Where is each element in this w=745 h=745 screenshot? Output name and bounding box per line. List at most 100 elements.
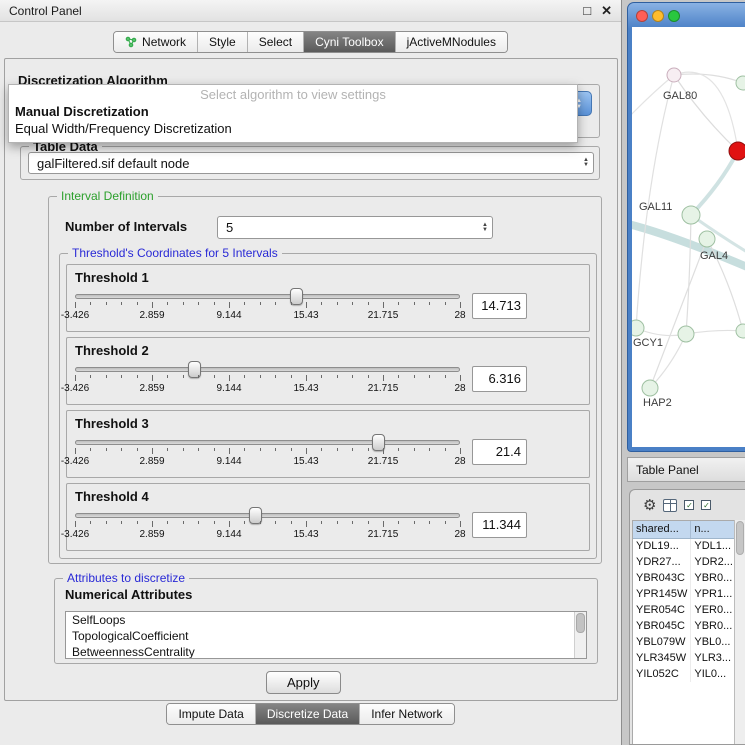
network-node[interactable]: [682, 206, 700, 224]
network-node[interactable]: [729, 142, 745, 160]
threshold-row: -3.4262.8599.14415.4321.71528 21.4: [75, 434, 581, 468]
slider-track[interactable]: [75, 513, 460, 518]
column-header[interactable]: n...: [691, 521, 735, 538]
tick-mark: [229, 375, 230, 381]
scale-label: -3.426: [61, 529, 89, 540]
threshold-value-input[interactable]: 11.344: [472, 512, 527, 538]
apply-button[interactable]: Apply: [266, 671, 341, 694]
tab-network[interactable]: Network: [114, 32, 197, 52]
table-row[interactable]: YDL19...YDL1...: [633, 538, 735, 554]
table-cell: YDL19...: [633, 538, 691, 554]
threshold-value-input[interactable]: 21.4: [472, 439, 527, 465]
bottom-tab-impute-data[interactable]: Impute Data: [167, 704, 254, 724]
threshold-slider[interactable]: -3.4262.8599.14415.4321.71528: [75, 288, 460, 322]
attributes-scrollbar[interactable]: [574, 612, 586, 658]
network-node[interactable]: [736, 76, 745, 90]
scale-label: 15.43: [293, 529, 318, 540]
tick-mark: [214, 375, 215, 378]
slider-scale: -3.4262.8599.14415.4321.71528: [75, 456, 460, 468]
thresholds-group: Threshold's Coordinates for 5 Intervals …: [59, 253, 597, 559]
table-cell: YLR345W: [633, 650, 691, 666]
tick-mark: [321, 375, 322, 378]
network-node[interactable]: [632, 320, 644, 336]
network-node[interactable]: [699, 231, 715, 247]
float-icon[interactable]: □: [583, 3, 591, 19]
scale-label: 21.715: [368, 456, 399, 467]
panel-title: Control Panel: [9, 4, 82, 18]
column-header[interactable]: shared...: [633, 521, 691, 538]
scrollbar-thumb[interactable]: [736, 521, 744, 555]
table-cell: YPR1...: [691, 586, 735, 602]
tick-mark: [414, 448, 415, 451]
table-row[interactable]: YBL079WYBL0...: [633, 634, 735, 650]
tab-label: Select: [259, 35, 292, 49]
tick-mark: [90, 302, 91, 305]
network-node[interactable]: [642, 380, 658, 396]
tick-mark: [90, 448, 91, 451]
network-node[interactable]: [736, 324, 745, 338]
node-table[interactable]: shared...n... YDL19...YDL1...YDR27...YDR…: [632, 520, 735, 744]
tab-cyni-toolbox[interactable]: Cyni Toolbox: [303, 32, 394, 52]
table-row[interactable]: YBR045CYBR0...: [633, 618, 735, 634]
tab-select[interactable]: Select: [247, 32, 303, 52]
close-icon[interactable]: ✕: [601, 3, 612, 19]
interval-definition-group: Interval Definition Number of Intervals …: [48, 196, 602, 564]
tick-mark: [414, 302, 415, 305]
threshold-slider[interactable]: -3.4262.8599.14415.4321.71528: [75, 434, 460, 468]
attribute-item[interactable]: SelfLoops: [66, 612, 586, 628]
tick-mark: [121, 521, 122, 524]
threshold-slider[interactable]: -3.4262.8599.14415.4321.71528: [75, 507, 460, 541]
tick-mark: [90, 375, 91, 378]
traffic-light-close[interactable]: [636, 10, 648, 22]
columns-icon[interactable]: [663, 499, 677, 512]
table-row[interactable]: YER054CYER0...: [633, 602, 735, 618]
tick-mark: [383, 448, 384, 454]
table-row[interactable]: YDR27...YDR2...: [633, 554, 735, 570]
slider-ticks: [75, 375, 460, 382]
threshold-value-input[interactable]: 14.713: [472, 293, 527, 319]
bottom-tab-infer-network[interactable]: Infer Network: [359, 704, 453, 724]
table-scrollbar[interactable]: [734, 520, 745, 744]
attribute-item[interactable]: BetweennessCentrality: [66, 644, 586, 659]
bottom-tab-discretize-data[interactable]: Discretize Data: [255, 704, 359, 724]
table-header-row: shared...n...: [633, 521, 735, 538]
table-cell: YER054C: [633, 602, 691, 618]
slider-track[interactable]: [75, 294, 460, 299]
tab-style[interactable]: Style: [197, 32, 247, 52]
threshold-box-1: Threshold 1 -3.4262.8599.14415.4321.71528…: [66, 264, 590, 332]
table-data-combo[interactable]: galFiltered.sif default node ▲▼: [28, 152, 594, 174]
tick-mark: [368, 521, 369, 524]
tick-mark: [445, 302, 446, 305]
network-canvas[interactable]: GAL80GAL11GAL4GCY1HAP2: [632, 27, 745, 447]
tab-jactivemnodules[interactable]: jActiveMNodules: [395, 32, 507, 52]
control-panel-titlebar: Control Panel □ ✕: [0, 0, 621, 22]
table-row[interactable]: YIL052CYIL0...: [633, 666, 735, 682]
tick-mark: [137, 448, 138, 451]
network-node[interactable]: [667, 68, 681, 82]
algorithm-option[interactable]: Manual Discretization: [9, 103, 577, 120]
number-of-intervals-combo[interactable]: 5 ▲▼: [217, 216, 493, 239]
numerical-attributes-list[interactable]: SelfLoopsTopologicalCoefficientBetweenne…: [65, 611, 587, 659]
scrollbar-thumb[interactable]: [576, 613, 585, 633]
threshold-label: Threshold 1: [75, 270, 581, 285]
threshold-value-input[interactable]: 6.316: [472, 366, 527, 392]
table-row[interactable]: YLR345WYLR3...: [633, 650, 735, 666]
table-row[interactable]: YBR043CYBR0...: [633, 570, 735, 586]
traffic-light-minimize[interactable]: [652, 10, 664, 22]
scale-label: 2.859: [139, 456, 164, 467]
tick-mark: [429, 448, 430, 451]
network-node[interactable]: [678, 326, 694, 342]
select-all-checkbox-icon[interactable]: ✓: [684, 500, 694, 510]
select-checkbox-icon[interactable]: ✓: [701, 500, 711, 510]
algorithm-option[interactable]: Equal Width/Frequency Discretization: [9, 120, 577, 137]
slider-track[interactable]: [75, 440, 460, 445]
attribute-item[interactable]: TopologicalCoefficient: [66, 628, 586, 644]
tick-mark: [90, 521, 91, 524]
table-row[interactable]: YPR145WYPR1...: [633, 586, 735, 602]
screen: Control Panel □ ✕ NetworkStyle Select Cyni…: [0, 0, 745, 745]
traffic-light-zoom[interactable]: [668, 10, 680, 22]
gear-icon[interactable]: ⚙: [643, 498, 656, 513]
slider-track[interactable]: [75, 367, 460, 372]
node-label: GAL80: [663, 90, 697, 102]
threshold-slider[interactable]: -3.4262.8599.14415.4321.71528: [75, 361, 460, 395]
